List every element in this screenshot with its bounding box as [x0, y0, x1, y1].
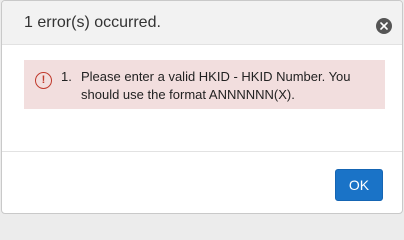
error-alert: ! 1. Please enter a valid HKID - HKID Nu…	[24, 60, 385, 109]
error-list: 1. Please enter a valid HKID - HKID Numb…	[61, 68, 361, 104]
error-circle-icon: !	[35, 72, 52, 89]
ok-button[interactable]: OK	[335, 169, 383, 201]
error-number: 1.	[61, 69, 72, 84]
dialog-header: 1 error(s) occurred.	[2, 1, 402, 45]
footer-divider	[2, 151, 402, 152]
error-list-item: 1. Please enter a valid HKID - HKID Numb…	[61, 68, 361, 104]
close-icon[interactable]	[376, 18, 392, 34]
dialog-title: 1 error(s) occurred.	[24, 14, 161, 31]
close-icon-glyph	[380, 22, 388, 30]
error-message: Please enter a valid HKID - HKID Number.…	[81, 69, 351, 102]
error-icon-glyph: !	[41, 74, 46, 86]
error-dialog: 1 error(s) occurred. ! 1. Please enter a…	[1, 0, 403, 214]
